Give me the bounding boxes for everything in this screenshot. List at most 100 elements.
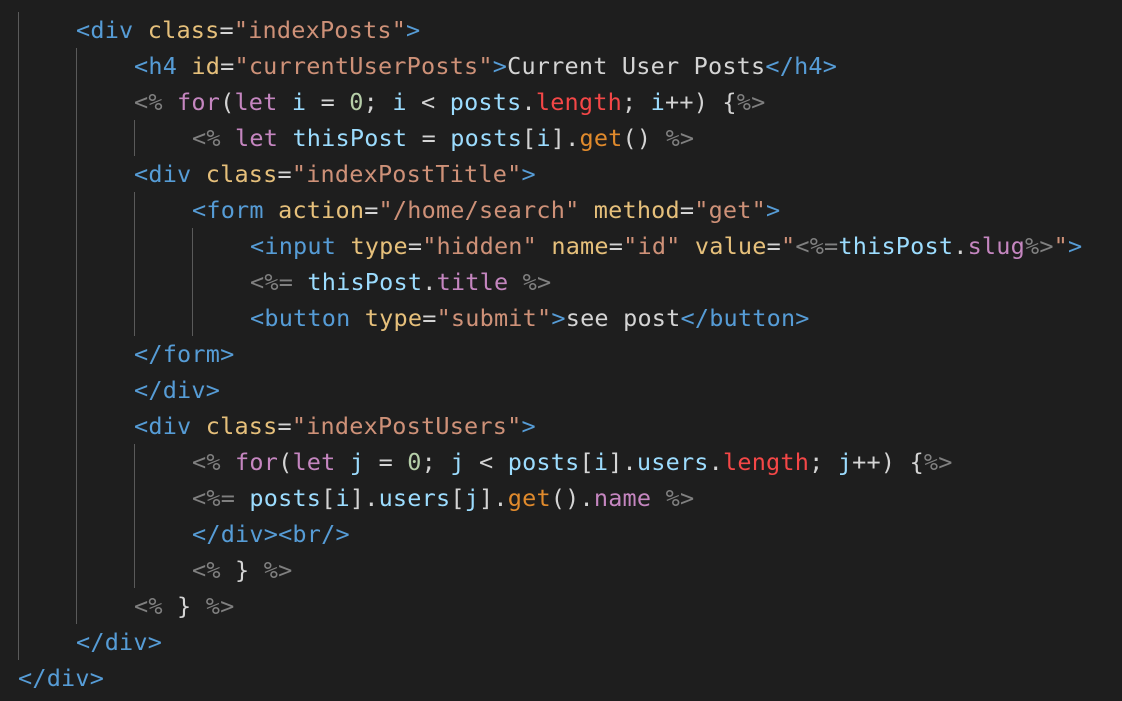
code-line[interactable]: </form> bbox=[134, 336, 234, 372]
code-token: [ bbox=[579, 448, 594, 476]
code-line[interactable]: <div class="indexPostTitle"> bbox=[134, 156, 536, 192]
code-token: i bbox=[593, 448, 609, 476]
code-token: < bbox=[464, 448, 508, 476]
code-line[interactable]: <div class="indexPosts"> bbox=[76, 12, 420, 48]
code-token: let bbox=[234, 88, 292, 116]
code-token: ; bbox=[809, 448, 838, 476]
code-line[interactable]: <h4 id="currentUserPosts">Current User P… bbox=[134, 48, 837, 84]
indent-guide bbox=[18, 12, 19, 660]
code-token: "indexPosts" bbox=[233, 16, 407, 44]
code-token: i bbox=[392, 88, 407, 116]
code-token: ]. bbox=[608, 448, 637, 476]
code-line[interactable]: </div> bbox=[134, 372, 220, 408]
code-line[interactable]: </div> bbox=[76, 624, 162, 660]
code-token: posts bbox=[450, 124, 523, 152]
indent-guide bbox=[134, 444, 135, 588]
code-line[interactable]: <form action="/home/search" method="get"… bbox=[192, 192, 780, 228]
code-token: i bbox=[650, 88, 665, 116]
code-token: name bbox=[593, 484, 652, 512]
code-token: type bbox=[364, 304, 423, 332]
code-token: ; bbox=[421, 448, 451, 476]
code-token: posts bbox=[507, 448, 580, 476]
code-line[interactable]: <% for(let i = 0; i < posts.length; i++)… bbox=[134, 84, 765, 120]
code-token: class bbox=[205, 412, 278, 440]
code-token: </div> bbox=[18, 664, 105, 692]
code-token: = bbox=[364, 196, 379, 224]
code-token: let bbox=[292, 448, 350, 476]
code-token: ++ bbox=[852, 448, 881, 476]
code-token: 0 bbox=[407, 448, 422, 476]
code-token: > bbox=[406, 16, 421, 44]
code-line[interactable]: <input type="hidden" name="id" value="<%… bbox=[250, 228, 1082, 264]
code-token: = bbox=[220, 52, 235, 80]
code-token: = bbox=[422, 304, 437, 332]
code-token: name bbox=[551, 232, 609, 260]
code-token: users bbox=[636, 448, 709, 476]
code-token: = bbox=[679, 196, 695, 224]
code-token: () bbox=[622, 124, 666, 152]
code-token: ++ bbox=[665, 88, 694, 116]
code-token: <% bbox=[192, 448, 236, 476]
code-token: "indexPostUsers" bbox=[291, 412, 522, 440]
code-line[interactable]: <% } %> bbox=[192, 552, 292, 588]
code-token: <div bbox=[76, 16, 148, 44]
code-line[interactable]: </div><br/> bbox=[192, 516, 350, 552]
code-token: "indexPostTitle" bbox=[291, 160, 522, 188]
code-token: "get" bbox=[694, 196, 766, 224]
code-token: 0 bbox=[349, 88, 364, 116]
indent-guide bbox=[192, 228, 193, 336]
code-token: <%= bbox=[192, 484, 250, 512]
code-token: " bbox=[1053, 232, 1069, 260]
code-token: . bbox=[953, 232, 968, 260]
code-token: <h4 bbox=[134, 52, 192, 80]
code-token: <% bbox=[192, 124, 236, 152]
code-line[interactable]: <%= thisPost.title %> bbox=[250, 264, 551, 300]
code-token: class bbox=[205, 160, 278, 188]
code-editor[interactable]: <div class="indexPosts"> <h4 id="currentU… bbox=[0, 0, 1122, 701]
code-token: j bbox=[349, 448, 365, 476]
code-token: < bbox=[406, 88, 450, 116]
code-token: i bbox=[335, 484, 350, 512]
code-token: id bbox=[191, 52, 221, 80]
code-line[interactable]: <% } %> bbox=[134, 588, 234, 624]
code-token: ; bbox=[621, 88, 651, 116]
code-token: %> bbox=[923, 448, 953, 476]
code-token: > bbox=[521, 160, 536, 188]
code-token: . bbox=[422, 268, 437, 296]
code-token: (). bbox=[550, 484, 594, 512]
code-line[interactable]: <div class="indexPostUsers"> bbox=[134, 408, 536, 444]
code-token: = bbox=[306, 88, 350, 116]
code-token: type bbox=[350, 232, 408, 260]
code-token: [ bbox=[450, 484, 465, 512]
code-token: " bbox=[781, 232, 796, 260]
code-line[interactable]: <button type="submit">see post</button> bbox=[250, 300, 810, 336]
code-token: [ bbox=[321, 484, 336, 512]
code-token: </div> bbox=[76, 628, 163, 656]
code-token: %> bbox=[665, 124, 695, 152]
code-token: let bbox=[235, 124, 293, 152]
code-line[interactable]: <% for(let j = 0; j < posts[i].users.len… bbox=[192, 444, 953, 480]
code-line[interactable]: </div> bbox=[18, 660, 104, 696]
code-token: > bbox=[765, 196, 781, 224]
code-line[interactable]: <%= posts[i].users[j].get().name %> bbox=[192, 480, 694, 516]
code-token: get bbox=[507, 484, 551, 512]
code-token: > bbox=[551, 304, 566, 332]
code-line[interactable]: <% let thisPost = posts[i].get() %> bbox=[192, 120, 694, 156]
code-token: <form bbox=[192, 196, 279, 224]
code-token: = bbox=[277, 160, 292, 188]
code-token: . bbox=[521, 88, 536, 116]
code-token: slug bbox=[967, 232, 1025, 260]
code-token: <button bbox=[250, 304, 365, 332]
code-token: ( bbox=[278, 448, 293, 476]
code-token: method bbox=[593, 196, 680, 224]
code-token: = bbox=[407, 232, 423, 260]
code-token: posts bbox=[249, 484, 322, 512]
code-token: </div> bbox=[134, 376, 221, 404]
code-token: %> bbox=[1024, 232, 1054, 260]
code-token: posts bbox=[449, 88, 522, 116]
code-token: j bbox=[837, 448, 853, 476]
code-token: <div bbox=[134, 160, 206, 188]
code-token: %> bbox=[665, 484, 695, 512]
